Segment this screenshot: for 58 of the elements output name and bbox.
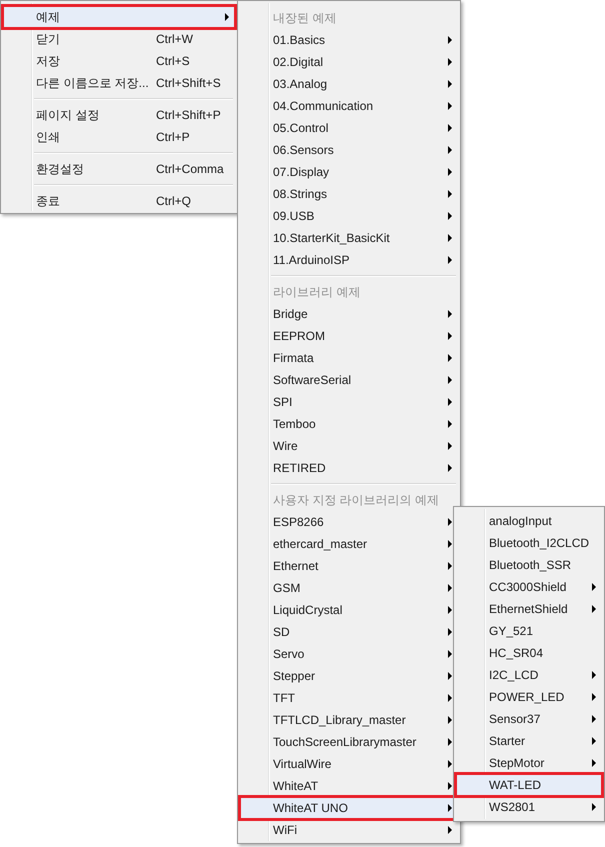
menu-item[interactable]: 05.Control xyxy=(240,117,458,139)
menu-item[interactable]: CC3000Shield xyxy=(456,576,602,598)
menu-item[interactable]: LiquidCrystal xyxy=(240,599,458,621)
menu-item[interactable]: 페이지 설정 Ctrl+Shift+P xyxy=(3,104,235,126)
menu-item[interactable]: 인쇄 Ctrl+P xyxy=(3,126,235,148)
menu-item[interactable]: 10.StarterKit_BasicKit xyxy=(240,227,458,249)
menu-item[interactable]: Starter xyxy=(456,730,602,752)
menu-item[interactable]: Ethernet xyxy=(240,555,458,577)
menu-item[interactable]: Wire xyxy=(240,435,458,457)
menu-item[interactable]: 01.Basics xyxy=(240,29,458,51)
menu-item[interactable]: SPI xyxy=(240,391,458,413)
menu-item[interactable]: 환경설정 Ctrl+Comma xyxy=(3,158,235,180)
menu-item[interactable]: Bridge xyxy=(240,303,458,325)
menu-item[interactable]: Servo xyxy=(240,643,458,665)
menu-item[interactable]: WAT-LED xyxy=(456,774,602,796)
menu-item[interactable]: 09.USB xyxy=(240,205,458,227)
menu-item[interactable]: WhiteAT xyxy=(240,775,458,797)
menu-item[interactable]: POWER_LED xyxy=(456,686,602,708)
menu-item[interactable]: I2C_LCD xyxy=(456,664,602,686)
menu-item[interactable]: VirtualWire xyxy=(240,753,458,775)
menu-item[interactable]: SD xyxy=(240,621,458,643)
menu-item[interactable]: WS2801 xyxy=(456,796,602,818)
menu-item[interactable]: GSM xyxy=(240,577,458,599)
menu-item[interactable]: EEPROM xyxy=(240,325,458,347)
menu-section-header: 라이브러리 예제 xyxy=(273,284,360,301)
menu-item[interactable]: TouchScreenLibrarymaster xyxy=(240,731,458,753)
menu-item[interactable]: Sensor37 xyxy=(456,708,602,730)
menu-item[interactable]: TFT xyxy=(240,687,458,709)
menu-item[interactable]: StepMotor xyxy=(456,752,602,774)
menu-item[interactable]: 04.Communication xyxy=(240,95,458,117)
menu-section-header: 사용자 지정 라이브러리의 예제 xyxy=(273,492,440,509)
menu-item[interactable]: 닫기 Ctrl+W xyxy=(3,28,235,50)
menu-item[interactable]: ethercard_master xyxy=(240,533,458,555)
menu-item[interactable]: TFTLCD_Library_master xyxy=(240,709,458,731)
menu-item[interactable]: WiFi xyxy=(240,819,458,841)
menu-item[interactable]: 07.Display xyxy=(240,161,458,183)
menu-item[interactable]: Temboo xyxy=(240,413,458,435)
menu-item[interactable]: 종료 Ctrl+Q xyxy=(3,190,235,212)
menu-item[interactable]: 08.Strings xyxy=(240,183,458,205)
menu-item[interactable]: 예제 xyxy=(3,6,235,28)
menu-item[interactable]: Bluetooth_SSR xyxy=(456,554,602,576)
menu-item[interactable]: 다른 이름으로 저장... Ctrl+Shift+S xyxy=(3,72,235,94)
menu-item[interactable]: analogInput xyxy=(456,510,602,532)
menu-section-header: 내장된 예제 xyxy=(273,10,336,27)
menu-item[interactable]: HC_SR04 xyxy=(456,642,602,664)
menu-item[interactable]: Bluetooth_I2CLCD xyxy=(456,532,602,554)
menu-item[interactable]: 11.ArduinoISP xyxy=(240,249,458,271)
menu-item[interactable]: SoftwareSerial xyxy=(240,369,458,391)
menu-item[interactable]: 02.Digital xyxy=(240,51,458,73)
menu-item[interactable]: Stepper xyxy=(240,665,458,687)
menu-item[interactable]: RETIRED xyxy=(240,457,458,479)
menu-item[interactable]: Firmata xyxy=(240,347,458,369)
menu-item[interactable]: ESP8266 xyxy=(240,511,458,533)
menu-item[interactable]: 저장 Ctrl+S xyxy=(3,50,235,72)
menu-item[interactable]: 06.Sensors xyxy=(240,139,458,161)
menu-item[interactable]: 03.Analog xyxy=(240,73,458,95)
menu-item[interactable]: GY_521 xyxy=(456,620,602,642)
menu-item[interactable]: EthernetShield xyxy=(456,598,602,620)
